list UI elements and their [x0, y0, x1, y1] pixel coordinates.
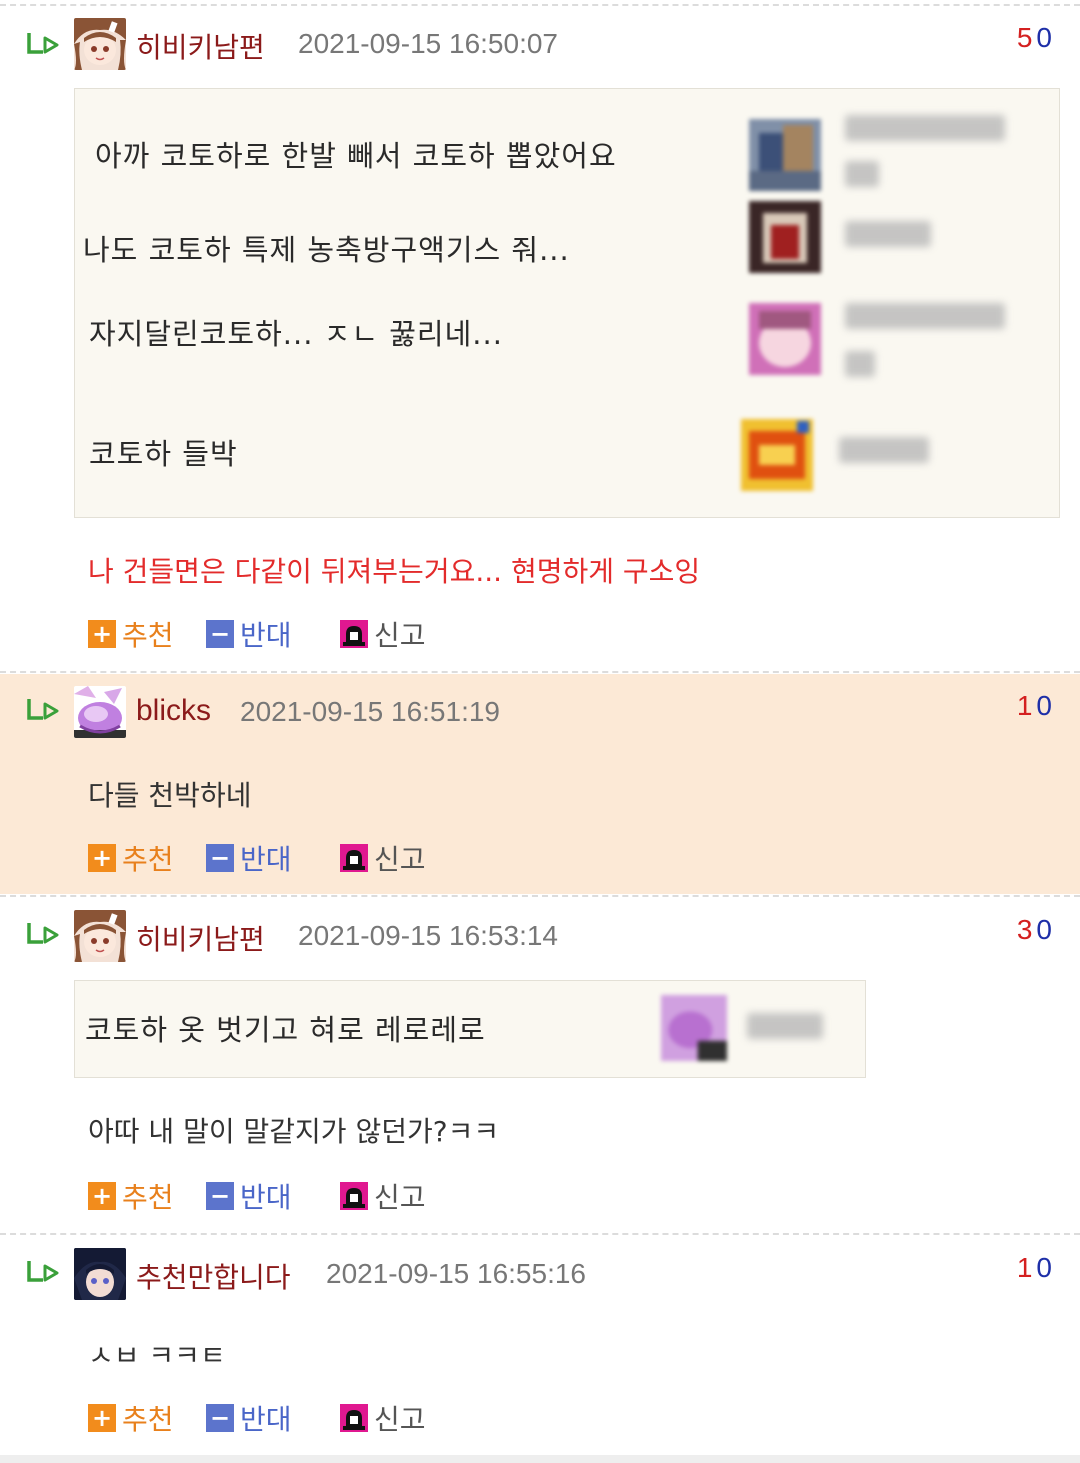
plus-icon: +	[88, 1404, 116, 1432]
comment-text: ㅅㅂ ㅋㅋㅌ	[88, 1339, 226, 1372]
comment-separator	[0, 671, 1080, 673]
plus-icon: +	[88, 620, 116, 648]
report-button[interactable]: 신고	[340, 616, 426, 652]
downvote-count: 0	[1036, 690, 1056, 721]
upvote-button[interactable]: + 추천	[88, 840, 174, 876]
upvote-button[interactable]: + 추천	[88, 616, 174, 652]
blurred-name	[839, 437, 929, 463]
comment-date: 2021-09-15 16:55:16	[326, 1258, 586, 1289]
plus-icon: +	[88, 1182, 116, 1210]
blurred-name	[845, 115, 1005, 141]
upvote-label: 추천	[122, 1181, 174, 1214]
downvote-count: 0	[1036, 1252, 1056, 1283]
minus-icon: −	[206, 620, 234, 648]
avatar[interactable]	[74, 686, 126, 738]
downvote-label: 반대	[240, 1403, 292, 1436]
comment-actions: + 추천 − 반대 신고	[88, 1400, 488, 1436]
comment-text: 나 건들면은 다같이 뒤져부는거요... 현명하게 구소잉	[88, 555, 701, 588]
thumbnail-image	[661, 995, 727, 1061]
avatar[interactable]	[74, 910, 126, 962]
vote-score: 10	[1017, 1252, 1056, 1284]
avatar[interactable]	[74, 18, 126, 70]
quoted-line: 코토하 들박	[89, 437, 238, 471]
downvote-label: 반대	[240, 1181, 292, 1214]
quoted-capture: 아까 코토하로 한발 빼서 코토하 뽑았어요 나도 코토하 특제 농축방구액기스…	[74, 88, 1060, 518]
bottom-divider	[0, 1455, 1080, 1463]
vote-score: 50	[1017, 22, 1056, 54]
reply-arrow-icon	[27, 1261, 59, 1282]
minus-icon: −	[206, 844, 234, 872]
quoted-line: 아까 코토하로 한발 빼서 코토하 뽑았어요	[95, 139, 617, 173]
comment-text: 다들 천박하네	[88, 779, 252, 812]
downvote-label: 반대	[240, 843, 292, 876]
report-label: 신고	[374, 1181, 426, 1214]
nickname[interactable]: 히비키남편	[136, 918, 265, 958]
upvote-label: 추천	[122, 619, 174, 652]
comment-date: 2021-09-15 16:53:14	[298, 920, 558, 951]
blurred-name	[845, 221, 931, 247]
downvote-button[interactable]: − 반대	[206, 1400, 292, 1436]
comment-text: 아따 내 말이 말같지가 않던가?ㅋㅋ	[88, 1115, 500, 1148]
report-label: 신고	[374, 619, 426, 652]
siren-icon	[340, 1182, 368, 1210]
comment-date: 2021-09-15 16:51:19	[240, 696, 500, 727]
downvote-count: 0	[1036, 914, 1056, 945]
reply-arrow-icon	[27, 33, 59, 54]
nickname[interactable]: 히비키남편	[136, 26, 265, 66]
upvote-button[interactable]: + 추천	[88, 1178, 174, 1214]
minus-icon: −	[206, 1182, 234, 1210]
comment-item-highlighted: blicks 2021-09-15 16:51:19 10 다들 천박하네 + 추…	[0, 674, 1080, 894]
thumbnail-image	[749, 303, 821, 375]
siren-icon	[340, 620, 368, 648]
upvote-button[interactable]: + 추천	[88, 1400, 174, 1436]
vote-score: 30	[1017, 914, 1056, 946]
reply-arrow-icon	[27, 923, 59, 944]
comment-item: 추천만합니다 2021-09-15 16:55:16 10 ㅅㅂ ㅋㅋㅌ + 추천…	[0, 1236, 1080, 1454]
nickname[interactable]: blicks	[136, 694, 211, 728]
downvote-button[interactable]: − 반대	[206, 840, 292, 876]
downvote-button[interactable]: − 반대	[206, 1178, 292, 1214]
upvote-count: 1	[1016, 1252, 1037, 1283]
reply-arrow-icon	[27, 699, 59, 720]
thumbnail-image	[749, 201, 821, 273]
quoted-line: 자지달린코토하... ㅈㄴ 꿇리네...	[89, 317, 503, 351]
comment-actions: + 추천 − 반대 신고	[88, 1178, 488, 1214]
report-label: 신고	[374, 843, 426, 876]
comment-item: 히비키남편 2021-09-15 16:53:14 30 코토하 옷 벗기고 혀…	[0, 898, 1080, 1232]
avatar[interactable]	[74, 1248, 126, 1300]
blurred-name	[747, 1013, 823, 1039]
siren-icon	[340, 1404, 368, 1432]
nickname[interactable]: 추천만합니다	[136, 1256, 291, 1296]
report-label: 신고	[374, 1403, 426, 1436]
quoted-capture: 코토하 옷 벗기고 혀로 레로레로	[74, 980, 866, 1078]
thumbnail-image	[741, 419, 813, 491]
comment-date: 2021-09-15 16:50:07	[298, 28, 558, 59]
blurred-name	[845, 161, 879, 187]
vote-score: 10	[1017, 690, 1056, 722]
comment-actions: + 추천 − 반대 신고	[88, 840, 488, 876]
siren-icon	[340, 844, 368, 872]
downvote-button[interactable]: − 반대	[206, 616, 292, 652]
comment-actions: + 추천 − 반대 신고	[88, 616, 488, 652]
report-button[interactable]: 신고	[340, 1178, 426, 1214]
upvote-label: 추천	[122, 1403, 174, 1436]
quoted-line: 나도 코토하 특제 농축방구액기스 줘...	[83, 233, 570, 267]
thumbnail-image	[749, 119, 821, 191]
blurred-name	[845, 351, 875, 377]
quoted-line: 코토하 옷 벗기고 혀로 레로레로	[85, 1013, 486, 1047]
upvote-count: 3	[1016, 914, 1037, 945]
upvote-count: 5	[1016, 22, 1037, 53]
downvote-count: 0	[1036, 22, 1056, 53]
report-button[interactable]: 신고	[340, 1400, 426, 1436]
blurred-name	[845, 303, 1005, 329]
comment-separator	[0, 895, 1080, 897]
report-button[interactable]: 신고	[340, 840, 426, 876]
comment-item: 히비키남편 2021-09-15 16:50:07 50 아까 코토하로 한발 …	[0, 6, 1080, 670]
plus-icon: +	[88, 844, 116, 872]
upvote-count: 1	[1016, 690, 1037, 721]
minus-icon: −	[206, 1404, 234, 1432]
upvote-label: 추천	[122, 843, 174, 876]
downvote-label: 반대	[240, 619, 292, 652]
comment-separator	[0, 1233, 1080, 1235]
